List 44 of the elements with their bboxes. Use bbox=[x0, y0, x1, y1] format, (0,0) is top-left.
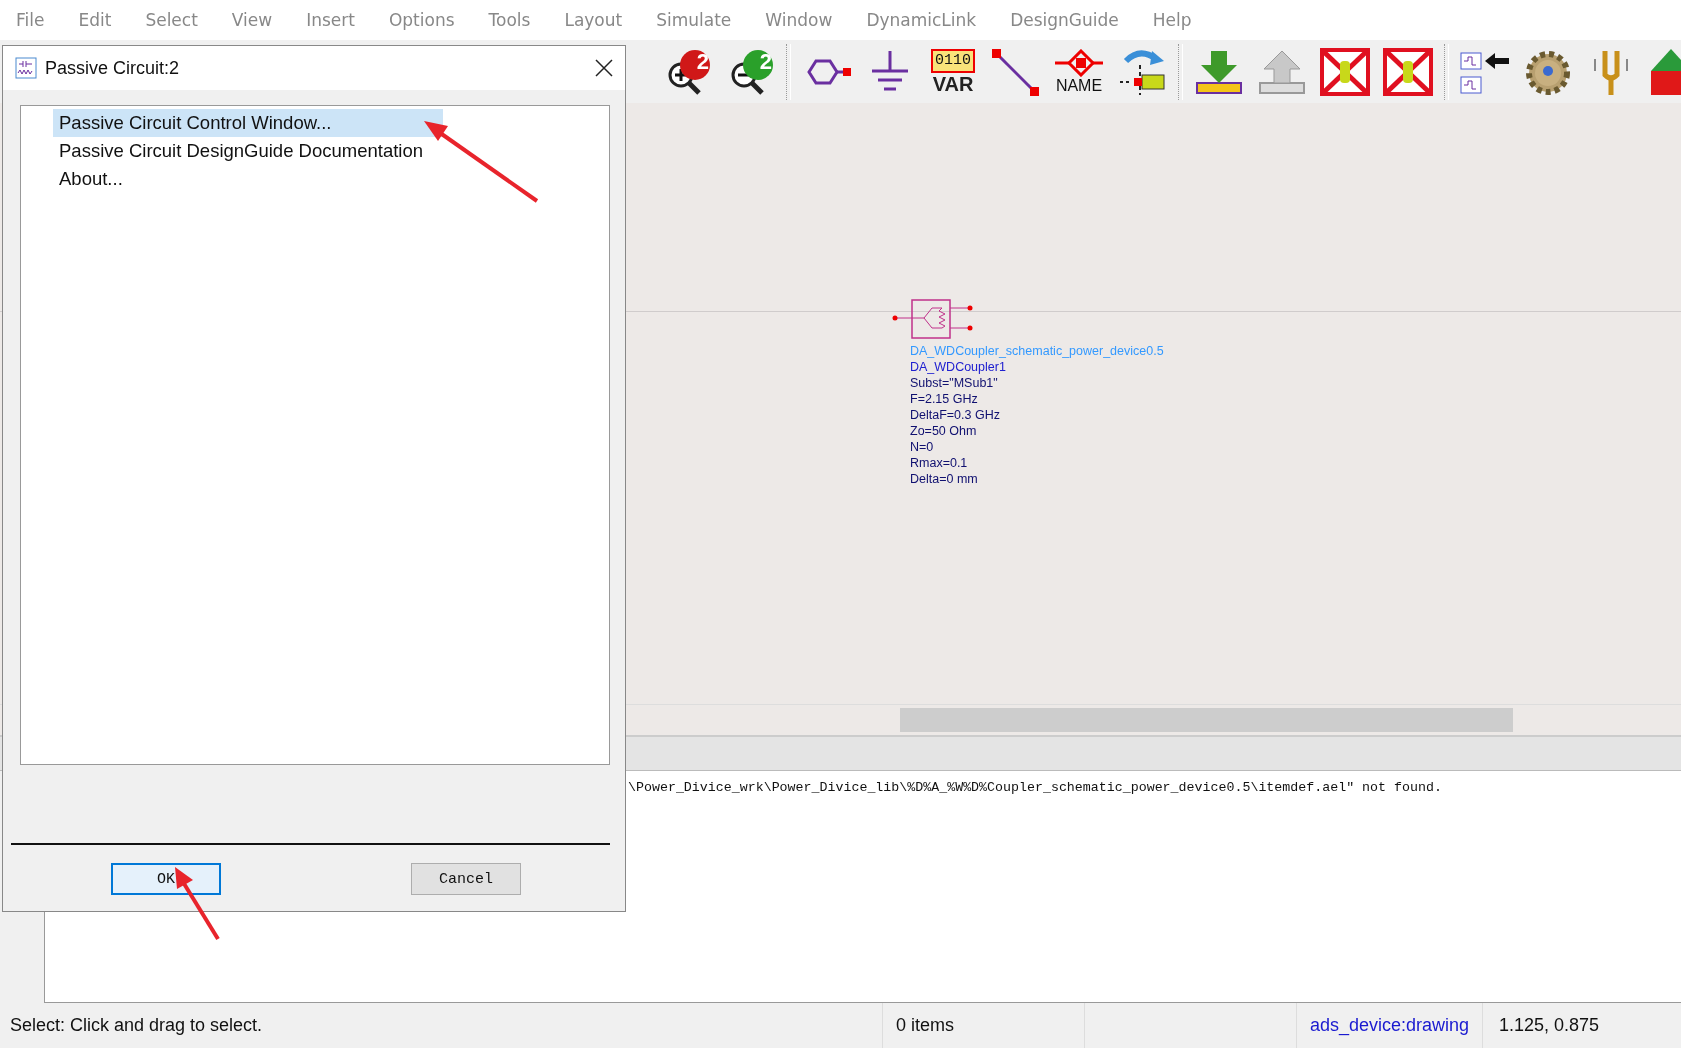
menu-item[interactable]: Edit bbox=[78, 10, 112, 30]
app-icon bbox=[15, 57, 37, 79]
diamond-icon bbox=[1053, 48, 1105, 77]
parameter-text: F=2.15 GHz bbox=[910, 391, 979, 407]
list-item[interactable]: Passive Circuit DesignGuide Documentation bbox=[53, 137, 429, 165]
instance-name: DA_WDCoupler1 bbox=[910, 359, 1007, 375]
menu-item[interactable]: DesignGuide bbox=[1010, 10, 1119, 30]
menu-item[interactable]: File bbox=[16, 10, 45, 30]
parameter-text: Zo=50 Ohm bbox=[910, 423, 978, 439]
cancel-button[interactable]: Cancel bbox=[411, 863, 521, 895]
ok-button[interactable]: OK bbox=[111, 863, 221, 895]
design-name: DA_WDCoupler_schematic_power_device0.5 bbox=[910, 343, 1164, 359]
status-text: ads_device:drawing bbox=[1310, 1015, 1470, 1036]
menu-item[interactable]: Insert bbox=[306, 10, 355, 30]
menu-item[interactable]: Tools bbox=[488, 10, 531, 30]
parameter-text: DeltaF=0.3 GHz bbox=[910, 407, 1001, 423]
menu-item[interactable]: Select bbox=[145, 10, 198, 30]
cross-icon bbox=[1319, 46, 1371, 97]
var-button[interactable]: 0110 VAR bbox=[926, 44, 980, 99]
parameter-text: Rmax=0.1 bbox=[910, 455, 969, 471]
menu-item[interactable]: Layout bbox=[564, 10, 623, 30]
parameter-text: Subst="MSub1" bbox=[910, 375, 999, 391]
menu-item[interactable]: Options bbox=[388, 10, 455, 30]
menu-item[interactable]: View bbox=[231, 10, 273, 30]
wire-icon bbox=[990, 46, 1042, 97]
status-text: 1.125, 0.875 bbox=[1499, 1015, 1600, 1036]
status-text: 0 items bbox=[896, 1015, 955, 1036]
close-icon[interactable] bbox=[595, 59, 613, 77]
name-button[interactable]: NAME bbox=[1052, 44, 1106, 99]
menu-item[interactable]: Help bbox=[1152, 10, 1192, 30]
menu-item[interactable]: Simulate bbox=[656, 10, 732, 30]
menu-item[interactable]: Window bbox=[765, 10, 833, 30]
dialog-title: Passive Circuit:2 bbox=[45, 57, 181, 79]
list-item[interactable]: Passive Circuit Control Window... bbox=[53, 109, 443, 137]
log-message: \Power_Divice_wrk\Power_Divice_lib\%D%A_%W%D%Coupler_schematic_power_device0.5\itemdef.ael″ not found. bbox=[628, 780, 1443, 795]
status-text: Select: Click and drag to select. bbox=[10, 1015, 263, 1036]
parameter-text: N=0 bbox=[910, 439, 935, 455]
zoom-out-button[interactable]: 2 bbox=[723, 44, 777, 99]
parameter-text: Delta=0 mm bbox=[910, 471, 979, 487]
menu-item[interactable]: DynamicLink bbox=[866, 10, 977, 30]
list-item[interactable]: About... bbox=[53, 165, 425, 193]
zoom-in-button[interactable]: 2 bbox=[660, 44, 714, 99]
cross-icon bbox=[1382, 46, 1434, 97]
scrollbar-thumb[interactable] bbox=[900, 708, 1513, 732]
